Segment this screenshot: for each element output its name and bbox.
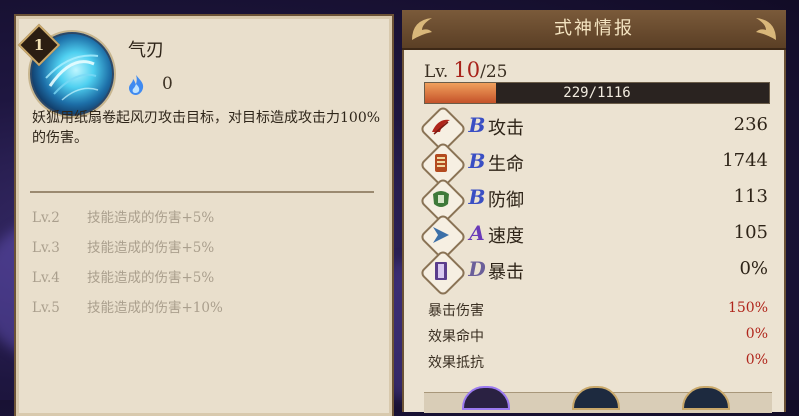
experience-text: 229/1116 [563,85,631,101]
info-header: 式神情报 [402,10,786,50]
stat-label: 速度 [488,226,524,247]
upgrade-level: Lv.3 [32,240,60,256]
upgrade-item: Lv.3 技能造成的伤害+5% [32,236,223,266]
stat-label: 攻击 [488,118,524,139]
stat-grade: A [469,221,485,245]
sub-stat-value: 150% [727,300,768,316]
soul-fire-icon [129,75,144,95]
stat-row-speed: A 速度 105 [418,212,774,262]
skill-slot-number: 1 [33,36,45,54]
experience-bar: 229/1116 [424,82,770,104]
sub-stat-row: 暴击伤害 150% [428,300,774,324]
stat-grade: B [468,113,486,137]
corner-ornament-icon [756,18,776,40]
sub-stat-label: 效果命中 [428,329,484,345]
upgrade-level: Lv.5 [32,300,60,316]
stat-label: 暴击 [488,262,524,283]
info-title: 式神情报 [554,18,634,39]
health-icon [435,154,447,172]
skill-icon-frame[interactable]: 1 [17,23,114,116]
stat-value: 1744 [722,150,768,171]
upgrade-item: Lv.5 技能造成的伤害+10% [32,296,223,326]
attack-icon [432,119,450,135]
stat-value: 0% [739,258,768,279]
upgrade-level: Lv.4 [32,270,60,286]
stat-value: 105 [733,222,768,243]
shikigami-info-panel: 式神情报 Lv. 10/25 229/1116 B 攻击 236 B 生命 17 [402,10,786,413]
level-max: /25 [480,62,508,82]
defense-icon [433,191,449,207]
skill-cost-value: 0 [162,74,173,94]
skill-detail-panel: 1 气刃 0 妖狐用纸扇卷起风刃攻击目标，对目标造成攻击力100%的伤害。 Lv… [14,14,394,416]
sub-stat-value: 0% [745,352,768,368]
sub-stat-value: 0% [745,326,768,342]
skill-upgrade-list: Lv.2 技能造成的伤害+5% Lv.3 技能造成的伤害+5% Lv.4 技能造成的伤… [32,206,223,326]
level-display: Lv. 10/25 [424,58,507,82]
stat-row-crit: D 暴击 0% [418,248,774,298]
sub-stat-label: 暴击伤害 [428,303,484,319]
sub-stat-row: 效果命中 0% [428,326,774,350]
upgrade-effect: 技能造成的伤害+5% [87,240,215,256]
stat-grade: B [468,149,486,173]
stat-row-defense: B 防御 113 [418,176,774,226]
sub-stat-label: 效果抵抗 [428,355,484,371]
upgrade-effect: 技能造成的伤害+10% [87,300,223,316]
speed-icon [433,227,449,243]
stat-row-attack: B 攻击 236 [418,104,774,154]
level-prefix: Lv. [424,62,449,82]
upgrade-level: Lv.2 [32,210,60,226]
upgrade-effect: 技能造成的伤害+5% [87,270,215,286]
stat-grade: B [468,185,486,209]
stat-label: 防御 [488,190,524,211]
divider [30,191,374,193]
stat-value: 113 [733,186,768,207]
skill-description: 妖狐用纸扇卷起风刃攻击目标，对目标造成攻击力100%的伤害。 [32,110,381,146]
stat-value: 236 [733,114,768,135]
crit-icon [435,262,447,280]
stat-label: 生命 [488,154,524,175]
stat-grade: D [468,257,486,281]
upgrade-item: Lv.4 技能造成的伤害+5% [32,266,223,296]
level-current: 10 [453,58,481,82]
skill-name: 气刃 [128,40,164,61]
sub-stat-row: 效果抵抗 0% [428,352,774,376]
stat-row-health: B 生命 1744 [418,140,774,190]
upgrade-effect: 技能造成的伤害+5% [87,210,215,226]
upgrade-item: Lv.2 技能造成的伤害+5% [32,206,223,236]
